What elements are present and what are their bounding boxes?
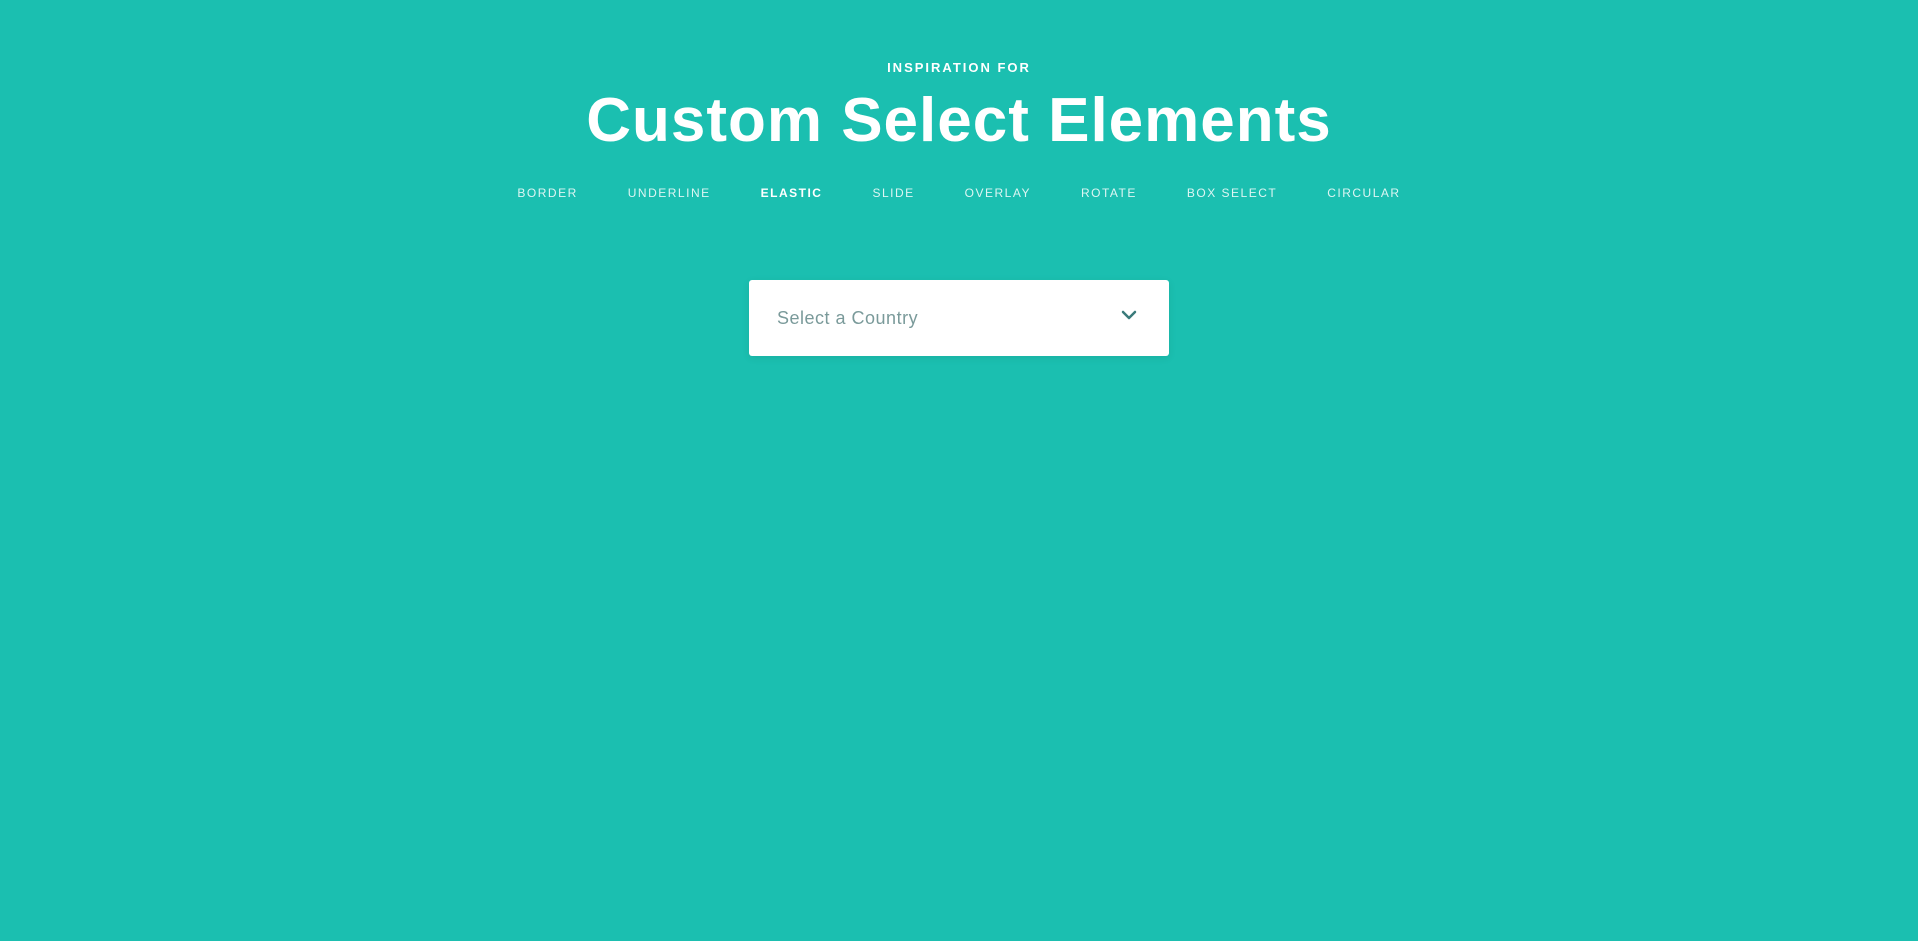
nav-item-underline[interactable]: UNDERLINE xyxy=(628,186,711,200)
page-wrapper: INSPIRATION FOR Custom Select Elements B… xyxy=(0,0,1918,941)
main-title: Custom Select Elements xyxy=(586,85,1332,156)
nav-item-border[interactable]: BORDER xyxy=(517,186,577,200)
select-placeholder: Select a Country xyxy=(777,308,918,329)
nav-item-elastic[interactable]: ELASTIC xyxy=(761,186,823,200)
nav-item-slide[interactable]: SLIDE xyxy=(872,186,914,200)
nav-item-circular[interactable]: CIRCULAR xyxy=(1327,186,1400,200)
main-section: INSPIRATION FOR Custom Select Elements B… xyxy=(0,0,1918,941)
nav-item-rotate[interactable]: ROTATE xyxy=(1081,186,1137,200)
nav-item-overlay[interactable]: OVERLAY xyxy=(965,186,1031,200)
subtitle: INSPIRATION FOR xyxy=(887,60,1031,75)
nav-bar: BORDER UNDERLINE ELASTIC SLIDE OVERLAY R… xyxy=(517,186,1400,200)
nav-item-box-select[interactable]: BOX SELECT xyxy=(1187,186,1277,200)
chevron-down-icon xyxy=(1117,303,1141,333)
country-select[interactable]: Select a Country xyxy=(749,280,1169,356)
